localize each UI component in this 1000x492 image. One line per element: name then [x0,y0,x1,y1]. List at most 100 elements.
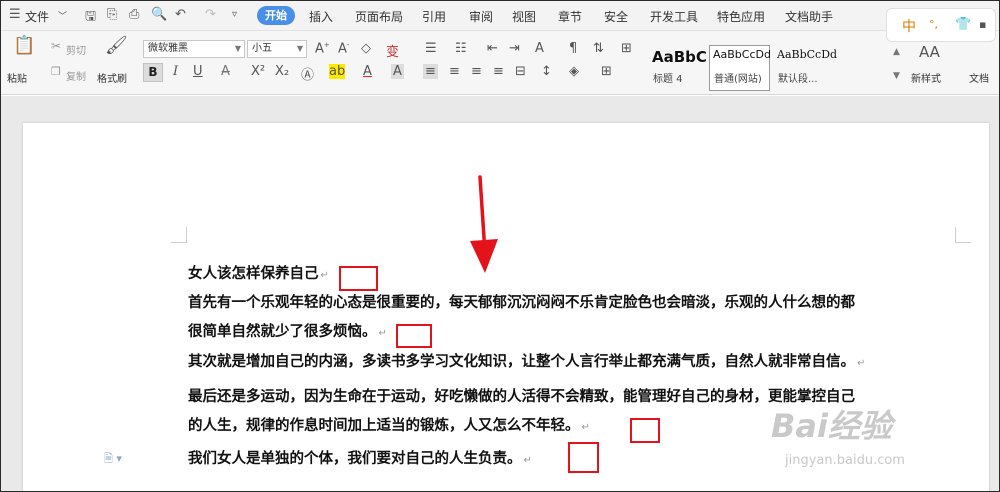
copy-button[interactable]: 复制 [66,68,86,83]
tab-view[interactable]: 视图 [512,8,536,25]
bold-button[interactable]: B [143,63,163,82]
underline-button[interactable]: U [193,64,203,79]
style-default-paragraph[interactable]: AaBbCcDd 默认段... [773,45,838,91]
ime-skin-icon[interactable]: 👕 [955,17,971,32]
tab-insert[interactable]: 插入 [309,8,333,25]
doc-assistant-button[interactable]: 文档 [969,70,989,85]
tab-special-apps[interactable]: 特色应用 [717,8,765,25]
style-label: 默认段... [778,74,818,85]
paragraph-2[interactable]: 其次就是增加自己的内涵，多读书多学习文化知识，让整个人言行举止都充满气质，自然人… [188,350,865,371]
numbering-icon[interactable]: ☷ [455,41,467,56]
quick-access-dropdown-icon[interactable]: ▿ [232,9,237,20]
paragraph-3-line-1[interactable]: 最后还是多运动，因为生命在于运动，好吃懒做的人活得不会精致，能管理好自己的身材，… [188,385,855,406]
format-painter-icon[interactable]: 🖌 [105,35,128,56]
styles-scroll-up-icon[interactable]: ▲ [893,47,900,57]
sort-icon[interactable]: ⇅ [593,41,604,56]
borders-icon[interactable]: ⊞ [621,41,632,56]
subscript-icon[interactable]: X₂ [275,64,289,79]
char-shading-icon[interactable]: A [391,64,404,79]
decrease-indent-icon[interactable]: ⇤ [487,41,498,56]
save-icon[interactable]: 🖫 [85,7,96,29]
clear-format-icon[interactable]: ◇ [361,41,371,56]
tab-review[interactable]: 审阅 [469,8,493,25]
paragraph-3-line-2[interactable]: 的人生，规律的作息时间加上适当的锻炼，人又怎么不年轻。 ↵ [188,414,590,435]
increase-indent-icon[interactable]: ⇥ [509,41,520,56]
paste-icon[interactable]: 📋 [13,35,35,56]
ime-language-bar: 中 °, 👕 ▪ [886,8,996,42]
chinese-layout-icon[interactable]: A [535,41,544,56]
font-color-icon[interactable]: A [363,64,372,79]
export-pdf-icon[interactable]: ⎘ [107,7,117,22]
distributed-icon[interactable]: ⊟ [515,64,526,79]
paragraph-mark: ↵ [378,328,387,339]
watermark-url: jingyan.baidu.com [785,453,905,468]
annotation-highlight-box [568,442,599,473]
new-style-icon[interactable]: AA [919,43,940,61]
style-preview: AaBbCcDd [777,48,838,61]
watermark: Bai经验 jingyan.baidu.com [771,401,905,468]
ime-punctuation-icon[interactable]: °, [929,18,938,31]
text-effect-icon[interactable]: Ⓐ [301,64,314,83]
tab-references[interactable]: 引用 [422,8,446,25]
grow-font-icon[interactable]: A+ [315,41,330,56]
format-painter-button[interactable]: 格式刷 [97,70,127,85]
paragraph-handle-icon[interactable]: 🗎 ▾ [104,450,122,469]
new-style-button[interactable]: 新样式 [911,70,941,85]
bullets-icon[interactable]: ☰ [425,41,437,56]
shading-icon[interactable]: ◈ [569,64,579,79]
hamburger-menu-icon[interactable]: ☰ [9,7,21,22]
undo-icon[interactable]: ↶ [175,7,186,22]
superscript-icon[interactable]: X² [251,64,265,79]
font-size-select[interactable]: 小五 ▼ [247,40,307,58]
tab-chapter[interactable]: 章节 [558,8,582,25]
tab-developer-tools[interactable]: 开发工具 [650,8,698,25]
font-name-select[interactable]: 微软雅黑 ▼ [143,40,245,58]
chevron-down-icon[interactable]: ﹀ [58,9,67,22]
menu-file[interactable]: 文件 [25,8,49,25]
chevron-down-icon: ▼ [234,44,241,53]
styles-more-icon[interactable]: ▼ [893,71,900,81]
paragraph-mark: ↵ [857,358,866,369]
paragraph-text: 最后还是多运动，因为生命在于运动，好吃懒做的人活得不会精致，能管理好自己的身材，… [188,389,855,405]
menu-bar: ☰ 文件 ﹀ 🖫 ⎘ ⎙ 🔍 ↶ ↷ ▿ 开始 插入 页面布局 引用 审阅 视图… [1,1,999,31]
style-label: 普通(网站) [714,74,762,85]
align-center-icon[interactable]: ≡ [449,64,460,79]
document-title[interactable]: 女人该怎样保养自己 ↵ [188,262,329,283]
highlight-icon[interactable]: ab [329,64,346,79]
align-right-icon[interactable]: ≡ [471,64,482,79]
paragraph-4[interactable]: 我们女人是单独的个体，我们要对自己的人生负责。 ↵ [188,447,532,468]
shrink-font-icon[interactable]: A- [338,41,349,56]
tab-security[interactable]: 安全 [604,8,628,25]
paragraph-text: 女人该怎样保养自己 [188,266,319,282]
style-normal-web[interactable]: AaBbCcDd 普通(网站) [709,45,771,91]
style-preview: AaBbC [652,48,707,66]
ime-lang-indicator[interactable]: 中 [902,16,916,36]
print-preview-icon[interactable]: 🔍 [151,7,167,22]
tab-start[interactable]: 开始 [257,6,295,25]
cut-icon[interactable]: ✂ [51,39,61,53]
align-left-icon[interactable]: ≡ [423,64,438,79]
paragraph-text: 很简单自然就少了很多烦恼。 [188,324,377,340]
font-size-value: 小五 [252,43,272,54]
paragraph-text: 首先有一个乐观年轻的心态是很重要的，每天郁郁沉沉闷闷不乐肯定脸色也会暗淡，乐观的… [188,295,855,311]
show-marks-icon[interactable]: ¶ [569,41,577,56]
paragraph-1-line-2[interactable]: 很简单自然就少了很多烦恼。 ↵ [188,320,387,341]
paragraph-mark: ↵ [581,422,590,433]
table-borders-icon[interactable]: ⊞ [601,64,612,79]
tab-page-layout[interactable]: 页面布局 [355,8,403,25]
paste-button[interactable]: 粘贴 [7,70,27,85]
paragraph-mark: ↵ [320,270,329,281]
justify-icon[interactable]: ≡ [493,64,504,79]
redo-icon[interactable]: ↷ [205,7,216,22]
copy-icon[interactable]: ❐ [51,65,61,78]
pinyin-guide-icon[interactable]: 变 [386,41,399,60]
ime-more-icon[interactable]: ▪ [979,18,986,31]
italic-button[interactable]: I [173,64,178,79]
line-spacing-icon[interactable]: ↕ [541,64,552,79]
print-icon[interactable]: ⎙ [129,7,139,22]
tab-doc-assistant[interactable]: 文档助手 [785,8,833,25]
cut-button[interactable]: 剪切 [66,42,86,57]
strikethrough-icon[interactable]: A̶ [221,64,230,79]
style-heading-4[interactable]: AaBbC 标题 4 [648,45,710,91]
paragraph-1-line-1[interactable]: 首先有一个乐观年轻的心态是很重要的，每天郁郁沉沉闷闷不乐肯定脸色也会暗淡，乐观的… [188,291,855,312]
